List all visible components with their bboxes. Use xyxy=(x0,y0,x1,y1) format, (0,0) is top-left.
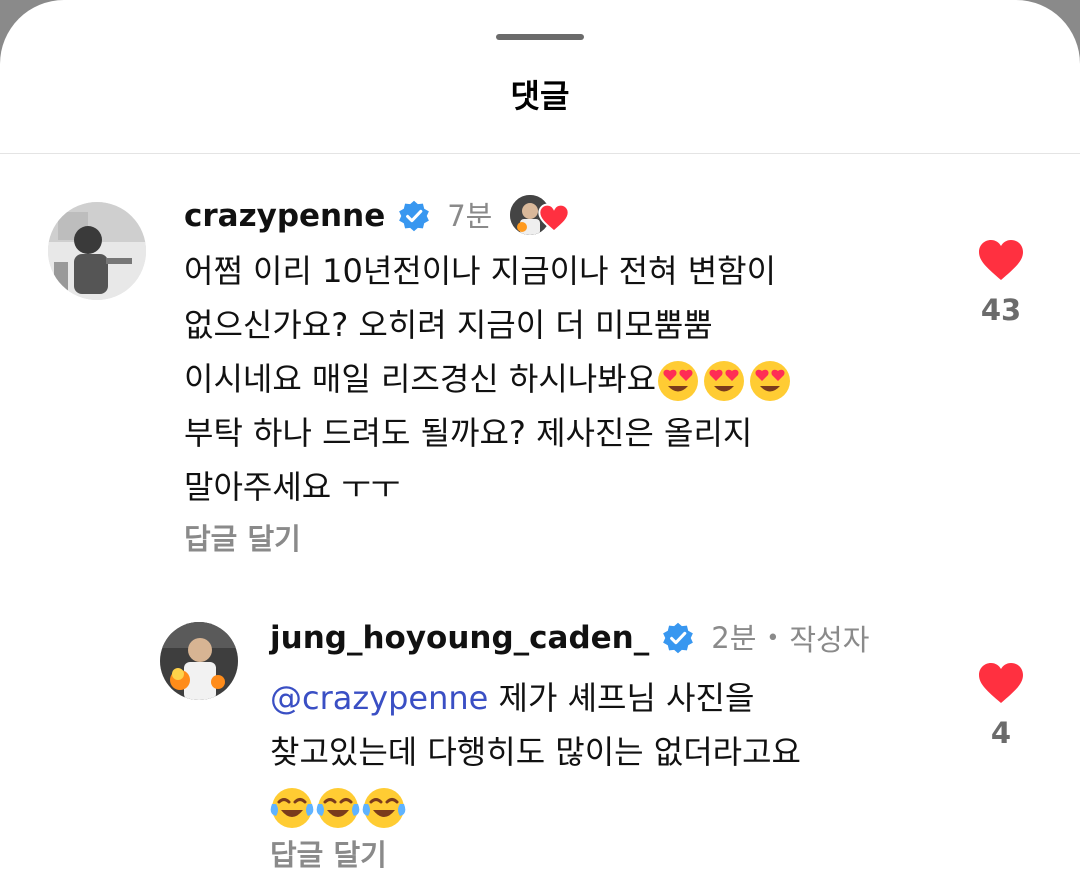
reply-body: @crazypenne 제가 셰프님 사진을 찾고있는데 다행히도 많이는 없더… xyxy=(270,671,801,833)
comment-line: 이시네요 매일 리즈경신 하시나봐요 xyxy=(184,352,794,406)
comment-time: 2분 xyxy=(711,621,757,655)
smiling-face-with-heart-eyes-emoji xyxy=(750,361,791,401)
verified-badge-icon xyxy=(399,200,430,232)
face-with-tears-of-joy-emoji xyxy=(316,788,360,828)
like-count: 4 xyxy=(990,716,1012,750)
liked-by-author xyxy=(508,193,571,239)
comment-line: 찾고있는데 다행히도 많이는 없더라고요 xyxy=(270,733,801,771)
comment-line-text: 제가 셰프님 사진을 xyxy=(488,679,755,717)
separator-dot: • xyxy=(766,625,780,651)
like-count: 43 xyxy=(980,293,1022,327)
reply-header: jung_hoyoung_caden_ 2분 • 작성자 xyxy=(270,617,869,659)
comment-line: @crazypenne 제가 셰프님 사진을 xyxy=(270,671,801,725)
comment-line: 부탁 하나 드려도 될까요? 제사진은 올리지 xyxy=(184,414,753,452)
sheet-title: 댓글 xyxy=(510,77,570,115)
comment-line: 없으신가요? 오히려 지금이 더 미모뿜뿜 xyxy=(184,306,713,344)
comment-header: crazypenne 7분 xyxy=(184,193,571,239)
username[interactable]: crazypenne xyxy=(184,196,385,236)
drag-handle[interactable] xyxy=(496,34,584,40)
comment-line: 어쩜 이리 10년전이나 지금이나 전혀 변함이 xyxy=(184,252,777,290)
comments-sheet: 댓글 crazypenne 7분 어쩜 이리 10년전이나 지금이나 전혀 변함… xyxy=(0,0,1080,880)
face-with-tears-of-joy-emoji xyxy=(362,788,406,828)
comment-line-text: 이시네요 매일 리즈경신 하시나봐요 xyxy=(184,360,657,398)
avatar-crazypenne[interactable] xyxy=(48,202,146,300)
author-label: 작성자 xyxy=(789,623,870,657)
like-column: 43 xyxy=(961,238,1041,328)
comment-time: 7분 xyxy=(447,199,493,233)
reply-button[interactable]: 답글 달기 xyxy=(270,835,387,875)
reply-button[interactable]: 답글 달기 xyxy=(184,519,301,559)
avatar-jung-hoyoung-caden[interactable] xyxy=(160,622,238,700)
username[interactable]: jung_hoyoung_caden_ xyxy=(270,618,649,658)
like-column: 4 xyxy=(961,661,1041,751)
face-with-tears-of-joy-emoji xyxy=(270,788,314,828)
comment-line xyxy=(270,779,801,833)
heart-icon[interactable] xyxy=(977,661,1025,705)
mention-link[interactable]: @crazypenne xyxy=(270,679,488,717)
smiling-face-with-heart-eyes-emoji xyxy=(704,361,745,401)
verified-badge-icon xyxy=(663,622,694,654)
smiling-face-with-heart-eyes-emoji xyxy=(658,361,699,401)
comment-line: 말아주세요 ㅜㅜ xyxy=(184,468,401,506)
heart-icon xyxy=(538,203,571,233)
comment-body: 어쩜 이리 10년전이나 지금이나 전혀 변함이 없으신가요? 오히려 지금이 … xyxy=(184,244,794,514)
heart-eyes-emoji-group xyxy=(656,359,794,403)
divider xyxy=(0,153,1080,154)
heart-icon[interactable] xyxy=(977,238,1025,282)
joy-emoji-group xyxy=(270,786,408,830)
